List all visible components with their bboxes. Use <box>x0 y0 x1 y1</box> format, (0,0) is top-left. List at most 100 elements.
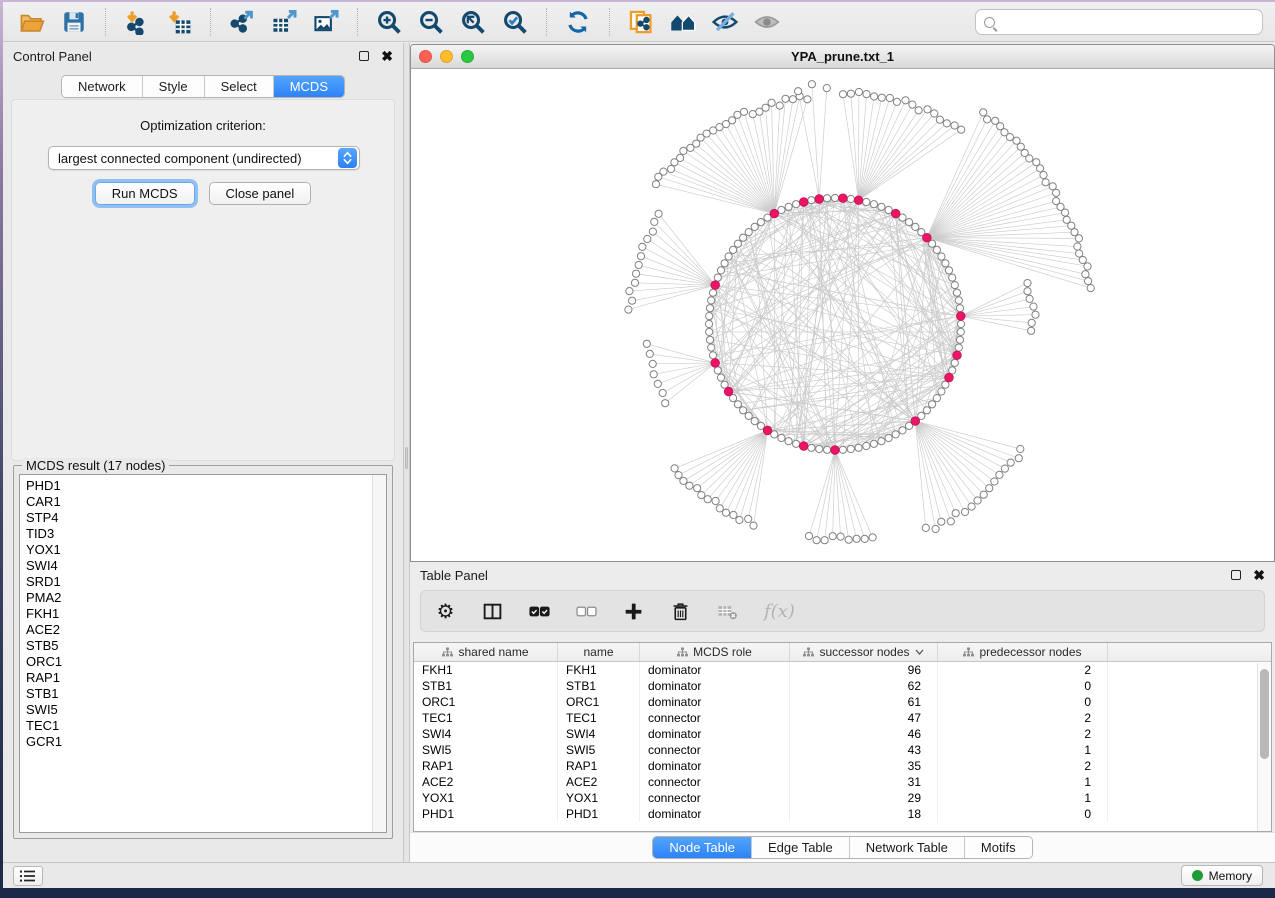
mcds-result-item[interactable]: ORC1 <box>26 654 386 670</box>
tab-network[interactable]: Network <box>62 76 143 97</box>
copy-network-view-icon[interactable] <box>620 7 662 37</box>
cell-MCDS-role: dominator <box>640 758 790 774</box>
search-box[interactable] <box>975 9 1263 35</box>
show-all-icon[interactable] <box>746 7 788 37</box>
tab-style[interactable]: Style <box>143 76 205 97</box>
splitter-grip-icon[interactable] <box>405 447 408 469</box>
cell-name: SWI5 <box>558 742 640 758</box>
table-row[interactable]: SWI4SWI4dominator462 <box>414 726 1271 742</box>
zoom-in-icon[interactable] <box>368 7 410 37</box>
column-header-successor-nodes[interactable]: successor nodes <box>790 643 938 661</box>
mcds-result-item[interactable]: STB5 <box>26 638 386 654</box>
mcds-result-item[interactable]: STB1 <box>26 686 386 702</box>
cell-successor-nodes: 46 <box>790 726 938 742</box>
mcds-result-item[interactable]: GCR1 <box>26 734 386 750</box>
mcds-result-item[interactable]: SWI4 <box>26 558 386 574</box>
float-panel-icon[interactable] <box>359 51 369 61</box>
table-row[interactable]: YOX1YOX1connector291 <box>414 790 1271 806</box>
cell-successor-nodes: 35 <box>790 758 938 774</box>
export-network-icon[interactable] <box>221 7 263 37</box>
cell-name: ACE2 <box>558 774 640 790</box>
mcds-result-item[interactable]: SWI5 <box>26 702 386 718</box>
mcds-result-item[interactable]: YOX1 <box>26 542 386 558</box>
mcds-result-item[interactable]: CAR1 <box>26 494 386 510</box>
zoom-selected-icon[interactable] <box>494 7 536 37</box>
mcds-result-item[interactable]: SRD1 <box>26 574 386 590</box>
tab-network-table[interactable]: Network Table <box>850 837 965 858</box>
save-session-icon[interactable] <box>53 7 95 37</box>
search-input[interactable] <box>995 15 1262 30</box>
table-row[interactable]: FKH1FKH1dominator962 <box>414 662 1271 678</box>
table-row[interactable]: SWI5SWI5connector431 <box>414 742 1271 758</box>
network-view-window: YPA_prune.txt_1 <box>410 44 1275 562</box>
table-row[interactable]: TEC1TEC1connector472 <box>414 710 1271 726</box>
delete-column-icon[interactable] <box>670 598 691 624</box>
zoom-fit-icon[interactable] <box>452 7 494 37</box>
split-view-icon[interactable] <box>482 598 503 624</box>
mcds-result-item[interactable]: TID3 <box>26 526 386 542</box>
mcds-list-scrollbar[interactable] <box>372 475 386 832</box>
table-row[interactable]: STB1STB1dominator620 <box>414 678 1271 694</box>
optimization-criterion-select[interactable]: largest connected component (undirected) <box>48 146 360 170</box>
memory-button[interactable]: Memory <box>1181 865 1263 886</box>
table-panel: Table Panel ✖ ⚙f(x) shared namenameMCDS … <box>410 562 1275 862</box>
cell-shared-name: STB1 <box>414 678 558 694</box>
run-mcds-button[interactable]: Run MCDS <box>95 182 195 205</box>
table-row[interactable]: RAP1RAP1dominator352 <box>414 758 1271 774</box>
mcds-result-list[interactable]: PHD1CAR1STP4TID3YOX1SWI4SRD1PMA2FKH1ACE2… <box>19 474 387 833</box>
mcds-result-item[interactable]: FKH1 <box>26 606 386 622</box>
column-header-shared-name[interactable]: shared name <box>414 643 558 661</box>
table-panel-title: Table Panel <box>420 568 488 583</box>
table-row[interactable]: ACE2ACE2connector311 <box>414 774 1271 790</box>
optimization-criterion-label: Optimization criterion: <box>12 118 394 133</box>
scrollbar-thumb[interactable] <box>1260 669 1269 759</box>
mcds-result-item[interactable]: TEC1 <box>26 718 386 734</box>
zoom-out-icon[interactable] <box>410 7 452 37</box>
panel-splitter[interactable] <box>403 43 410 862</box>
table-row[interactable]: ORC1ORC1dominator610 <box>414 694 1271 710</box>
table-row[interactable]: PHD1PHD1dominator180 <box>414 806 1271 822</box>
cell-successor-nodes: 18 <box>790 806 938 822</box>
network-canvas[interactable] <box>411 69 1274 561</box>
open-session-icon[interactable] <box>11 7 53 37</box>
toolbar-separator <box>105 8 106 36</box>
mcds-result-item[interactable]: RAP1 <box>26 670 386 686</box>
refresh-view-icon[interactable] <box>557 7 599 37</box>
column-header-MCDS-role[interactable]: MCDS role <box>640 643 790 661</box>
export-table-icon[interactable] <box>263 7 305 37</box>
first-neighbors-icon[interactable] <box>662 7 704 37</box>
mcds-result-item[interactable]: ACE2 <box>26 622 386 638</box>
export-image-icon[interactable] <box>305 7 347 37</box>
tab-select[interactable]: Select <box>205 76 274 97</box>
close-panel-button[interactable]: Close panel <box>209 182 312 205</box>
add-column-icon[interactable] <box>623 598 644 624</box>
toolbar-separator <box>546 8 547 36</box>
import-table-icon[interactable] <box>158 7 200 37</box>
hide-selected-icon[interactable] <box>704 7 746 37</box>
tab-edge-table[interactable]: Edge Table <box>752 837 850 858</box>
clear-table-icon <box>717 598 738 624</box>
cell-MCDS-role: dominator <box>640 806 790 822</box>
float-table-panel-icon[interactable] <box>1231 570 1241 580</box>
table-settings-icon[interactable]: ⚙ <box>435 598 456 624</box>
network-window-titlebar[interactable]: YPA_prune.txt_1 <box>411 45 1274 69</box>
import-network-icon[interactable] <box>116 7 158 37</box>
close-panel-icon[interactable]: ✖ <box>381 51 393 61</box>
column-header-name[interactable]: name <box>558 643 640 661</box>
toolbar-separator <box>357 8 358 36</box>
status-menu-button[interactable] <box>13 866 43 886</box>
cell-filler <box>1108 710 1271 726</box>
column-header-predecessor-nodes[interactable]: predecessor nodes <box>938 643 1108 661</box>
table-scrollbar[interactable] <box>1257 663 1271 831</box>
mcds-result-item[interactable]: PHD1 <box>26 478 386 494</box>
deselect-all-rows-icon[interactable] <box>576 598 597 624</box>
select-all-rows-icon[interactable] <box>529 598 550 624</box>
tab-node-table[interactable]: Node Table <box>653 837 752 858</box>
tab-mcds[interactable]: MCDS <box>274 76 344 97</box>
mcds-result-item[interactable]: STP4 <box>26 510 386 526</box>
tab-motifs[interactable]: Motifs <box>965 837 1032 858</box>
close-table-panel-icon[interactable]: ✖ <box>1253 570 1265 580</box>
mcds-result-item[interactable]: PMA2 <box>26 590 386 606</box>
node-table[interactable]: shared namenameMCDS rolesuccessor nodesp… <box>413 642 1272 832</box>
network-graph[interactable] <box>411 69 1274 561</box>
